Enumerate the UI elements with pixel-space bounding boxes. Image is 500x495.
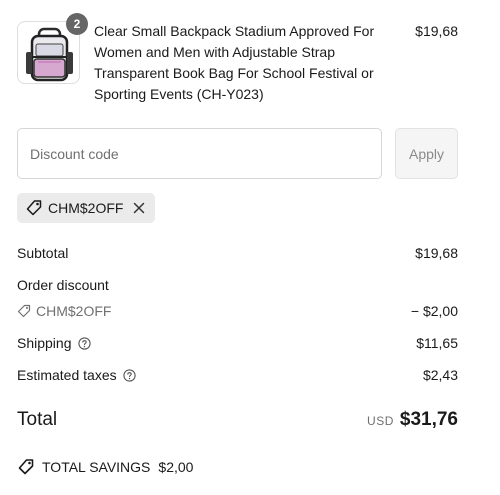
line-item: 2 Clear Small Backpack Stadium Approved … [17, 13, 458, 105]
discount-code-input[interactable] [17, 128, 382, 179]
order-discount-row: Order discount [17, 277, 458, 293]
savings-value: $2,00 [158, 459, 194, 475]
taxes-label: Estimated taxes [17, 367, 117, 383]
help-circle-icon[interactable] [77, 336, 91, 350]
total-label: Total [17, 409, 58, 430]
applied-discount-chip: CHM$2OFF [17, 193, 156, 223]
subtotal-label: Subtotal [17, 245, 69, 261]
subtotal-row: Subtotal $19,68 [17, 245, 458, 261]
shipping-value: $11,65 [416, 335, 458, 351]
shipping-label: Shipping [17, 335, 72, 351]
product-thumbnail: 2 [17, 13, 88, 84]
order-summary: 2 Clear Small Backpack Stadium Approved … [0, 0, 500, 495]
quantity-badge: 2 [66, 13, 88, 35]
order-discount-code: CHM$2OFF [36, 303, 112, 319]
subtotal-value: $19,68 [415, 245, 458, 261]
total-savings: TOTAL SAVINGS $2,00 [17, 458, 193, 476]
taxes-row: Estimated taxes $2,43 [17, 367, 458, 383]
remove-discount-close-icon[interactable] [133, 202, 145, 214]
help-circle-icon[interactable] [122, 368, 136, 382]
total-value: $31,76 [399, 409, 458, 430]
applied-code-label: CHM$2OFF [48, 200, 124, 216]
taxes-value: $2,43 [422, 367, 458, 383]
order-discount-code-row: CHM$2OFF − $2,00 [17, 303, 458, 319]
tag-icon [17, 304, 31, 318]
shipping-row: Shipping $11,65 [17, 335, 458, 351]
product-name: Clear Small Backpack Stadium Approved Fo… [94, 23, 375, 102]
apply-button[interactable]: Apply [395, 128, 458, 179]
tag-icon [18, 459, 34, 475]
savings-label: TOTAL SAVINGS [42, 459, 151, 475]
total-row: Total USD $31,76 [17, 409, 458, 431]
order-discount-label: Order discount [17, 277, 109, 293]
product-price: $19,68 [415, 23, 458, 39]
currency-code: USD [367, 414, 394, 428]
order-discount-value: − $2,00 [410, 303, 458, 319]
tag-icon [26, 200, 42, 216]
